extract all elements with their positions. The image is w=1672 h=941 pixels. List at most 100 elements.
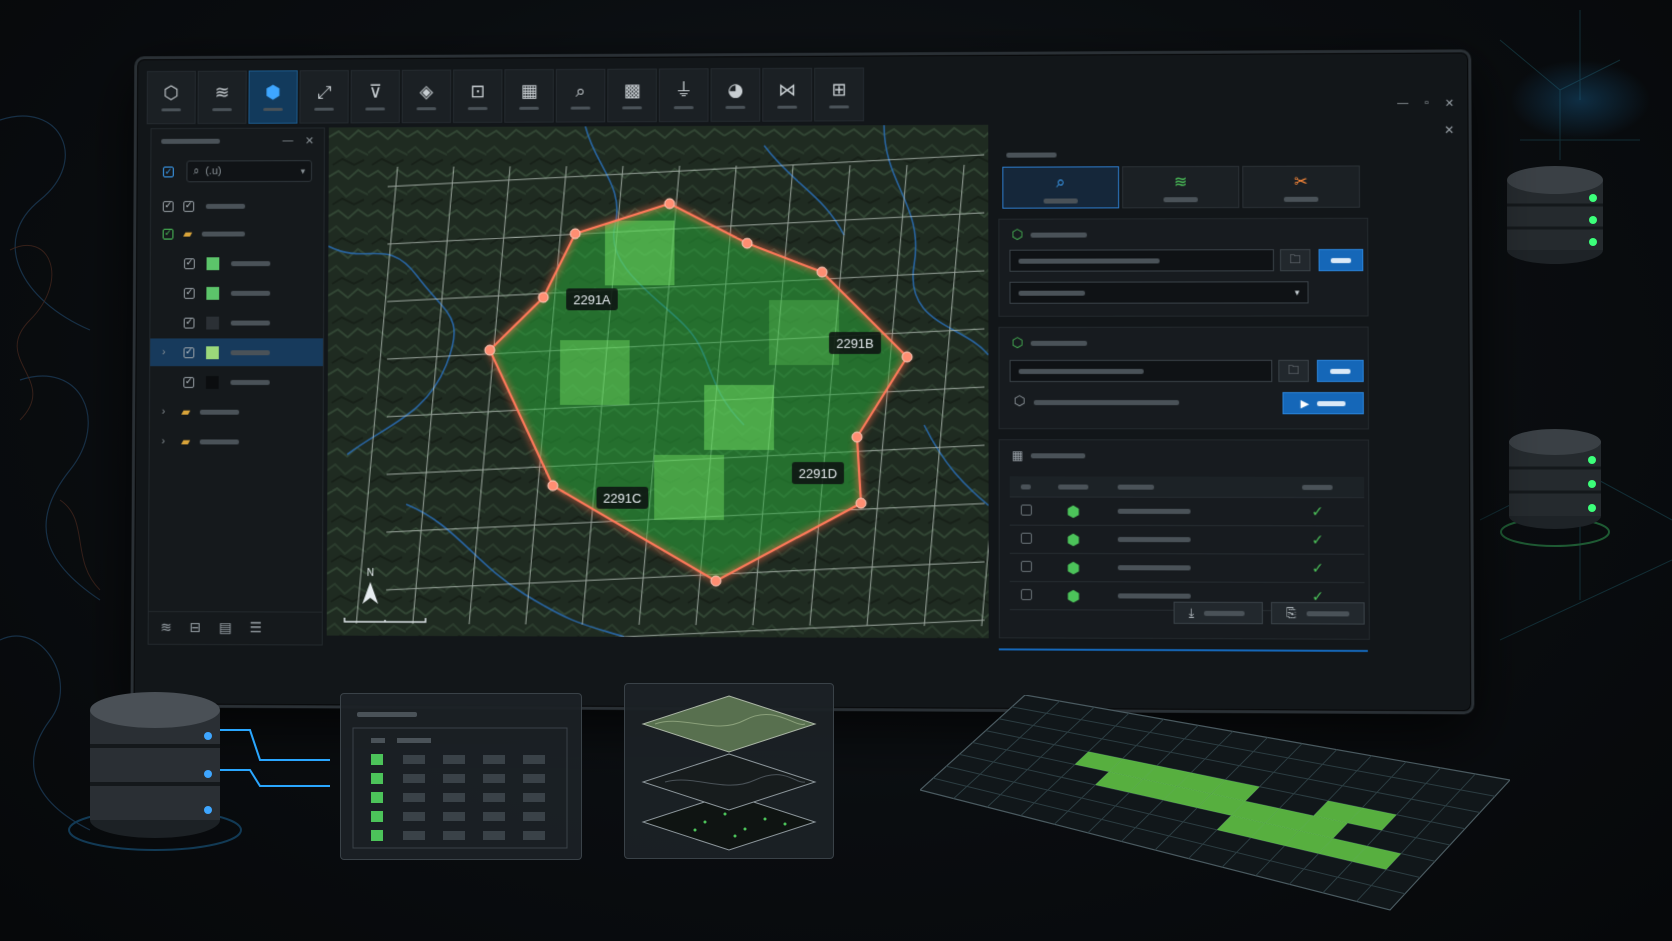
- layers-icon[interactable]: ≋: [160, 620, 172, 636]
- table-cell: [483, 774, 505, 783]
- check-circle-icon: ✓: [1311, 531, 1324, 549]
- tool-grid[interactable]: ▩: [607, 68, 657, 123]
- tool-expand[interactable]: ⤢: [299, 70, 349, 124]
- vertex-handle[interactable]: [902, 352, 912, 362]
- download-icon: ⤓: [1188, 605, 1195, 620]
- layer-row[interactable]: ✓: [151, 279, 324, 307]
- tool-filter[interactable]: ⊽: [350, 69, 400, 124]
- tool-box[interactable]: ◈: [401, 69, 452, 124]
- load-button[interactable]: [1318, 248, 1364, 272]
- tab-search[interactable]: ⌕: [1002, 166, 1120, 209]
- svg-text:2291A: 2291A: [573, 292, 611, 307]
- expand-arrow-icon[interactable]: ›: [162, 346, 174, 358]
- layer-checkbox[interactable]: ✓: [162, 228, 174, 240]
- vertex-handle[interactable]: [538, 292, 548, 302]
- maximize-icon[interactable]: ▫: [1424, 97, 1428, 110]
- row-checkbox[interactable]: [1020, 560, 1032, 572]
- pie-icon: ◕: [727, 79, 744, 101]
- map-viewport[interactable]: 2291A 2291B 2291C 2291D N: [326, 124, 989, 639]
- tool-pie[interactable]: ◕: [710, 68, 761, 122]
- export-button[interactable]: ⤓: [1173, 601, 1263, 625]
- table-row[interactable]: ⬢ ✓: [1009, 496, 1365, 526]
- vertex-handle[interactable]: [816, 266, 828, 278]
- layer-row[interactable]: ✓: [151, 249, 324, 277]
- browse-folder-button[interactable]: 🗀: [1278, 359, 1309, 383]
- tool-scan[interactable]: ⊡: [452, 69, 503, 123]
- output-path-field[interactable]: [1009, 359, 1273, 383]
- vertex-handle[interactable]: [852, 432, 862, 442]
- table-cell: [403, 831, 425, 840]
- layer-group-row[interactable]: › ▰: [150, 428, 323, 456]
- layer-checkbox[interactable]: ✓: [183, 376, 195, 388]
- report-button[interactable]: ⎘: [1270, 602, 1365, 625]
- table-cell: [443, 774, 465, 783]
- minimize-icon[interactable]: —: [1397, 97, 1408, 110]
- browse-folder-button[interactable]: 🗀: [1279, 249, 1311, 272]
- vertex-handle[interactable]: [710, 575, 722, 587]
- input-path-field[interactable]: [1009, 249, 1274, 272]
- layer-checkbox[interactable]: ✓: [183, 346, 195, 358]
- collapse-icon[interactable]: —: [282, 134, 293, 147]
- vertex-handle[interactable]: [742, 238, 752, 248]
- row-checkbox[interactable]: [1020, 504, 1032, 516]
- tab-tools[interactable]: ✂: [1242, 165, 1361, 209]
- layer-group-row[interactable]: ✓ ▰: [151, 219, 324, 247]
- vertex-handle[interactable]: [856, 498, 866, 508]
- run-button[interactable]: ▶: [1282, 392, 1364, 415]
- visibility-checkbox[interactable]: ✓: [183, 200, 195, 212]
- tool-zoom-map[interactable]: ⌕: [555, 68, 606, 123]
- row-checkbox[interactable]: [1020, 532, 1032, 544]
- vertex-handle[interactable]: [570, 229, 580, 239]
- layer-checkbox[interactable]: ✓: [183, 317, 195, 329]
- check-circle-icon: ✓: [1311, 560, 1324, 577]
- row-checkbox[interactable]: [1020, 588, 1032, 600]
- vertex-handle[interactable]: [485, 345, 495, 355]
- vertex-handle[interactable]: [548, 481, 558, 491]
- tab-layers[interactable]: ≋: [1122, 165, 1240, 209]
- layer-row[interactable]: ✓ ✓: [151, 192, 324, 220]
- folder-icon[interactable]: ⊟: [190, 620, 202, 636]
- layer-checkbox[interactable]: ✓: [162, 200, 174, 212]
- layer-search-input[interactable]: ⌕ (.u) ▾: [186, 160, 313, 183]
- vertex-handle[interactable]: [665, 199, 675, 209]
- filter-icon: ⊽: [368, 81, 382, 103]
- report-icon: ⎘: [1286, 605, 1297, 620]
- layer-checkbox[interactable]: ✓: [183, 287, 195, 299]
- hexagon-icon: ⬢: [1066, 558, 1080, 577]
- layer-row[interactable]: › ✓: [150, 338, 324, 367]
- close-icon[interactable]: ✕: [1445, 97, 1454, 110]
- layer-row[interactable]: ✓: [150, 309, 323, 337]
- table-cell: [483, 831, 505, 840]
- select-all-checkbox[interactable]: ✓: [162, 166, 174, 178]
- set-output-button[interactable]: [1316, 359, 1364, 383]
- chevron-down-icon[interactable]: ▾: [301, 166, 305, 177]
- expand-arrow-icon[interactable]: ›: [162, 406, 174, 418]
- grid-preview: [920, 695, 1510, 911]
- panel-close-icon[interactable]: ✕: [1444, 123, 1454, 137]
- tool-cube[interactable]: ⬡: [146, 70, 196, 125]
- network-icon: ⋈: [778, 79, 797, 101]
- tool-layers[interactable]: ≋: [197, 70, 247, 125]
- close-icon[interactable]: ✕: [305, 134, 314, 147]
- table-header: [1009, 476, 1365, 498]
- expand-arrow-icon[interactable]: ›: [161, 435, 173, 447]
- table-icon[interactable]: ▤: [219, 620, 232, 636]
- expand-icon: ⤢: [317, 81, 332, 103]
- tool-frame[interactable]: ⊞: [814, 67, 865, 122]
- tool-network[interactable]: ⋈: [762, 67, 813, 122]
- tool-tabs: ⌕ ≋ ✂: [1002, 165, 1361, 209]
- tool-grid-table[interactable]: ▦: [504, 69, 554, 123]
- input-select[interactable]: ▾: [1009, 281, 1309, 304]
- tool-3d-block[interactable]: ⬢: [248, 70, 298, 124]
- layer-group-row[interactable]: › ▰: [150, 398, 323, 426]
- stack-icon[interactable]: ☰: [250, 620, 262, 636]
- table-row[interactable]: ⬢ ✓: [1009, 553, 1365, 583]
- table-row[interactable]: ⬢ ✓: [1009, 525, 1365, 555]
- server-stack-top: [1507, 166, 1603, 264]
- layer-row[interactable]: ✓: [150, 368, 323, 396]
- layer-checkbox[interactable]: ✓: [183, 257, 195, 269]
- progress-line: [998, 648, 1368, 652]
- svg-text:2291B: 2291B: [836, 336, 874, 351]
- map-canvas[interactable]: 2291A 2291B 2291C 2291D N: [326, 124, 989, 639]
- tool-funnel[interactable]: ⏚: [658, 68, 709, 123]
